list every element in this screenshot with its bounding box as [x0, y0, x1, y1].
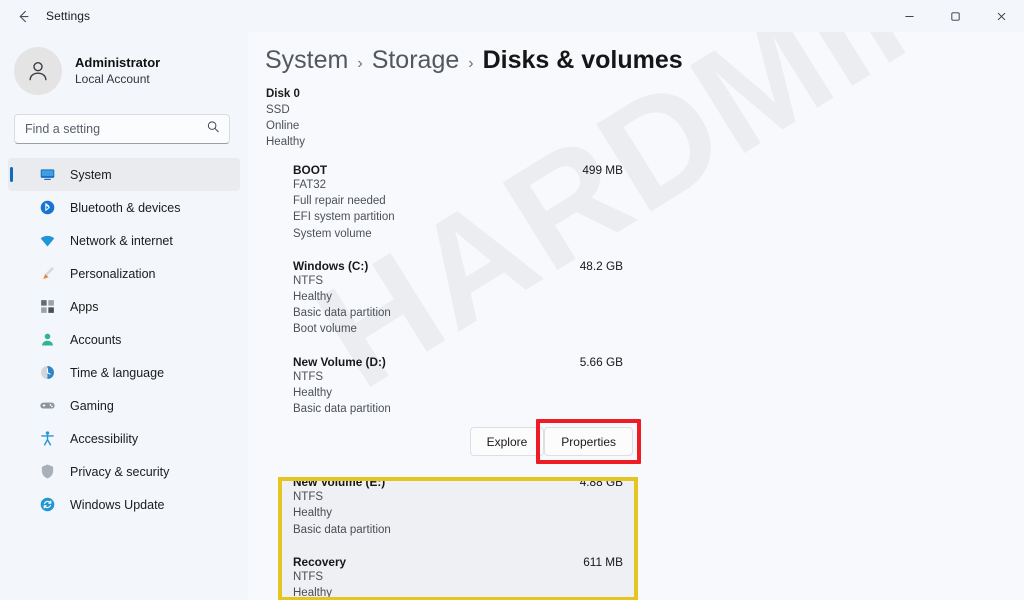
- sidebar-item-gaming[interactable]: Gaming: [8, 389, 240, 422]
- paintbrush-icon: [38, 265, 56, 283]
- sidebar: Administrator Local Account Find a setti…: [0, 32, 248, 600]
- minimize-button[interactable]: [886, 0, 932, 32]
- sidebar-item-system[interactable]: System: [8, 158, 240, 191]
- update-icon: [38, 496, 56, 514]
- volume-filesystem: NTFS: [293, 274, 324, 287]
- sidebar-item-bluetooth-devices[interactable]: Bluetooth & devices: [8, 191, 240, 224]
- wifi-icon: [38, 232, 56, 250]
- sidebar-item-apps[interactable]: Apps: [8, 290, 240, 323]
- sidebar-item-time-language[interactable]: Time & language: [8, 356, 240, 389]
- apps-grid-icon: [38, 298, 56, 316]
- sidebar-item-label: Time & language: [70, 365, 165, 380]
- account-name: Administrator: [75, 54, 161, 70]
- volume-size: 499 MB: [582, 163, 623, 177]
- sidebar-item-label: Windows Update: [70, 497, 165, 512]
- gamepad-icon: [38, 397, 56, 415]
- sidebar-item-label: Accessibility: [70, 431, 139, 446]
- volume-role: System volume: [293, 227, 372, 240]
- sidebar-item-personalization[interactable]: Personalization: [8, 257, 240, 290]
- disk-health: Healthy: [266, 136, 305, 148]
- sidebar-item-label: Network & internet: [70, 233, 173, 248]
- sidebar-item-label: Apps: [70, 299, 99, 314]
- volume-role: Boot volume: [293, 323, 357, 336]
- chevron-right-icon: ›: [357, 55, 363, 72]
- settings-window: Settings Administrator Local Account Fin…: [0, 0, 1024, 600]
- sidebar-nav: System Bluetooth & devices Network & int…: [0, 158, 248, 521]
- account-subtitle: Local Account: [75, 72, 150, 87]
- sidebar-item-windows-update[interactable]: Windows Update: [8, 488, 240, 521]
- title-bar: Settings: [0, 0, 1024, 32]
- disk-state: Online: [266, 120, 300, 132]
- breadcrumb: System › Storage › Disks & volumes: [265, 46, 1024, 75]
- volume-item-boot[interactable]: BOOT 499 MB FAT32 Full repair needed EFI…: [266, 161, 636, 242]
- volume-name: BOOT: [293, 163, 328, 177]
- monitor-icon: [38, 166, 56, 184]
- volume-name: New Volume (D:): [293, 354, 386, 369]
- window-title: Settings: [46, 9, 91, 23]
- volume-size: 48.2 GB: [579, 258, 623, 273]
- sidebar-item-accessibility[interactable]: Accessibility: [8, 422, 240, 455]
- bluetooth-icon: [38, 199, 56, 217]
- back-arrow-icon: [19, 10, 28, 22]
- volume-name: Windows (C:): [293, 258, 369, 273]
- volume-item-windows-c[interactable]: Windows (C:) 48.2 GB NTFS Healthy Basic …: [266, 257, 636, 338]
- avatar: [14, 47, 62, 95]
- back-button[interactable]: [6, 1, 40, 31]
- sidebar-item-privacy-security[interactable]: Privacy & security: [8, 455, 240, 488]
- search-icon: [206, 120, 220, 139]
- person-avatar-icon: [29, 61, 47, 81]
- sidebar-item-label: Personalization: [70, 266, 156, 281]
- volume-size: 5.66 GB: [579, 354, 623, 369]
- search-box[interactable]: [14, 114, 230, 144]
- volume-item-new-volume-d[interactable]: New Volume (D:) 5.66 GB NTFS Healthy Bas…: [266, 353, 641, 465]
- maximize-icon: [950, 11, 960, 21]
- volume-filesystem: NTFS: [293, 370, 324, 383]
- person-icon: [38, 331, 56, 349]
- minimize-icon: [904, 15, 914, 17]
- breadcrumb-system[interactable]: System: [265, 46, 348, 75]
- highlight-annotation-box: [278, 477, 638, 600]
- sidebar-item-label: Bluetooth & devices: [70, 200, 181, 215]
- sidebar-item-accounts[interactable]: Accounts: [8, 323, 240, 356]
- volume-list: BOOT 499 MB FAT32 Full repair needed EFI…: [248, 161, 1024, 600]
- window-controls: [886, 0, 1024, 32]
- disk-summary: Disk 0 SSD Online Healthy: [266, 86, 1024, 150]
- sidebar-item-label: Gaming: [70, 398, 114, 413]
- shield-icon: [38, 463, 56, 481]
- volume-partition: Basic data partition: [293, 403, 391, 416]
- sidebar-item-label: Accounts: [70, 332, 122, 347]
- properties-button[interactable]: Properties: [544, 427, 633, 457]
- close-icon: [997, 12, 1005, 20]
- chevron-right-icon: ›: [468, 55, 474, 72]
- volume-status: Healthy: [293, 386, 332, 399]
- sidebar-item-label: Privacy & security: [70, 464, 170, 479]
- disk-title: Disk 0: [266, 88, 300, 100]
- sidebar-item-network-internet[interactable]: Network & internet: [8, 224, 240, 257]
- volume-actions: Explore Properties: [293, 419, 641, 465]
- volume-filesystem: FAT32: [293, 179, 327, 191]
- account-card[interactable]: Administrator Local Account: [14, 44, 248, 98]
- sidebar-item-label: System: [70, 167, 112, 182]
- main-content: HARDMIN System › Storage › Disks & volum…: [248, 32, 1024, 600]
- volume-status: Healthy: [293, 291, 332, 304]
- volume-partition: EFI system partition: [293, 211, 395, 224]
- accessibility-icon: [38, 430, 56, 448]
- page-title: Disks & volumes: [482, 46, 683, 74]
- disk-type: SSD: [266, 104, 290, 116]
- breadcrumb-storage[interactable]: Storage: [372, 46, 460, 75]
- volume-status: Full repair needed: [293, 195, 386, 208]
- explore-button[interactable]: Explore: [469, 427, 545, 457]
- volume-partition: Basic data partition: [293, 307, 391, 320]
- close-button[interactable]: [978, 0, 1024, 32]
- search-input[interactable]: [15, 116, 195, 142]
- maximize-button[interactable]: [932, 0, 978, 32]
- clock-icon: [38, 364, 56, 382]
